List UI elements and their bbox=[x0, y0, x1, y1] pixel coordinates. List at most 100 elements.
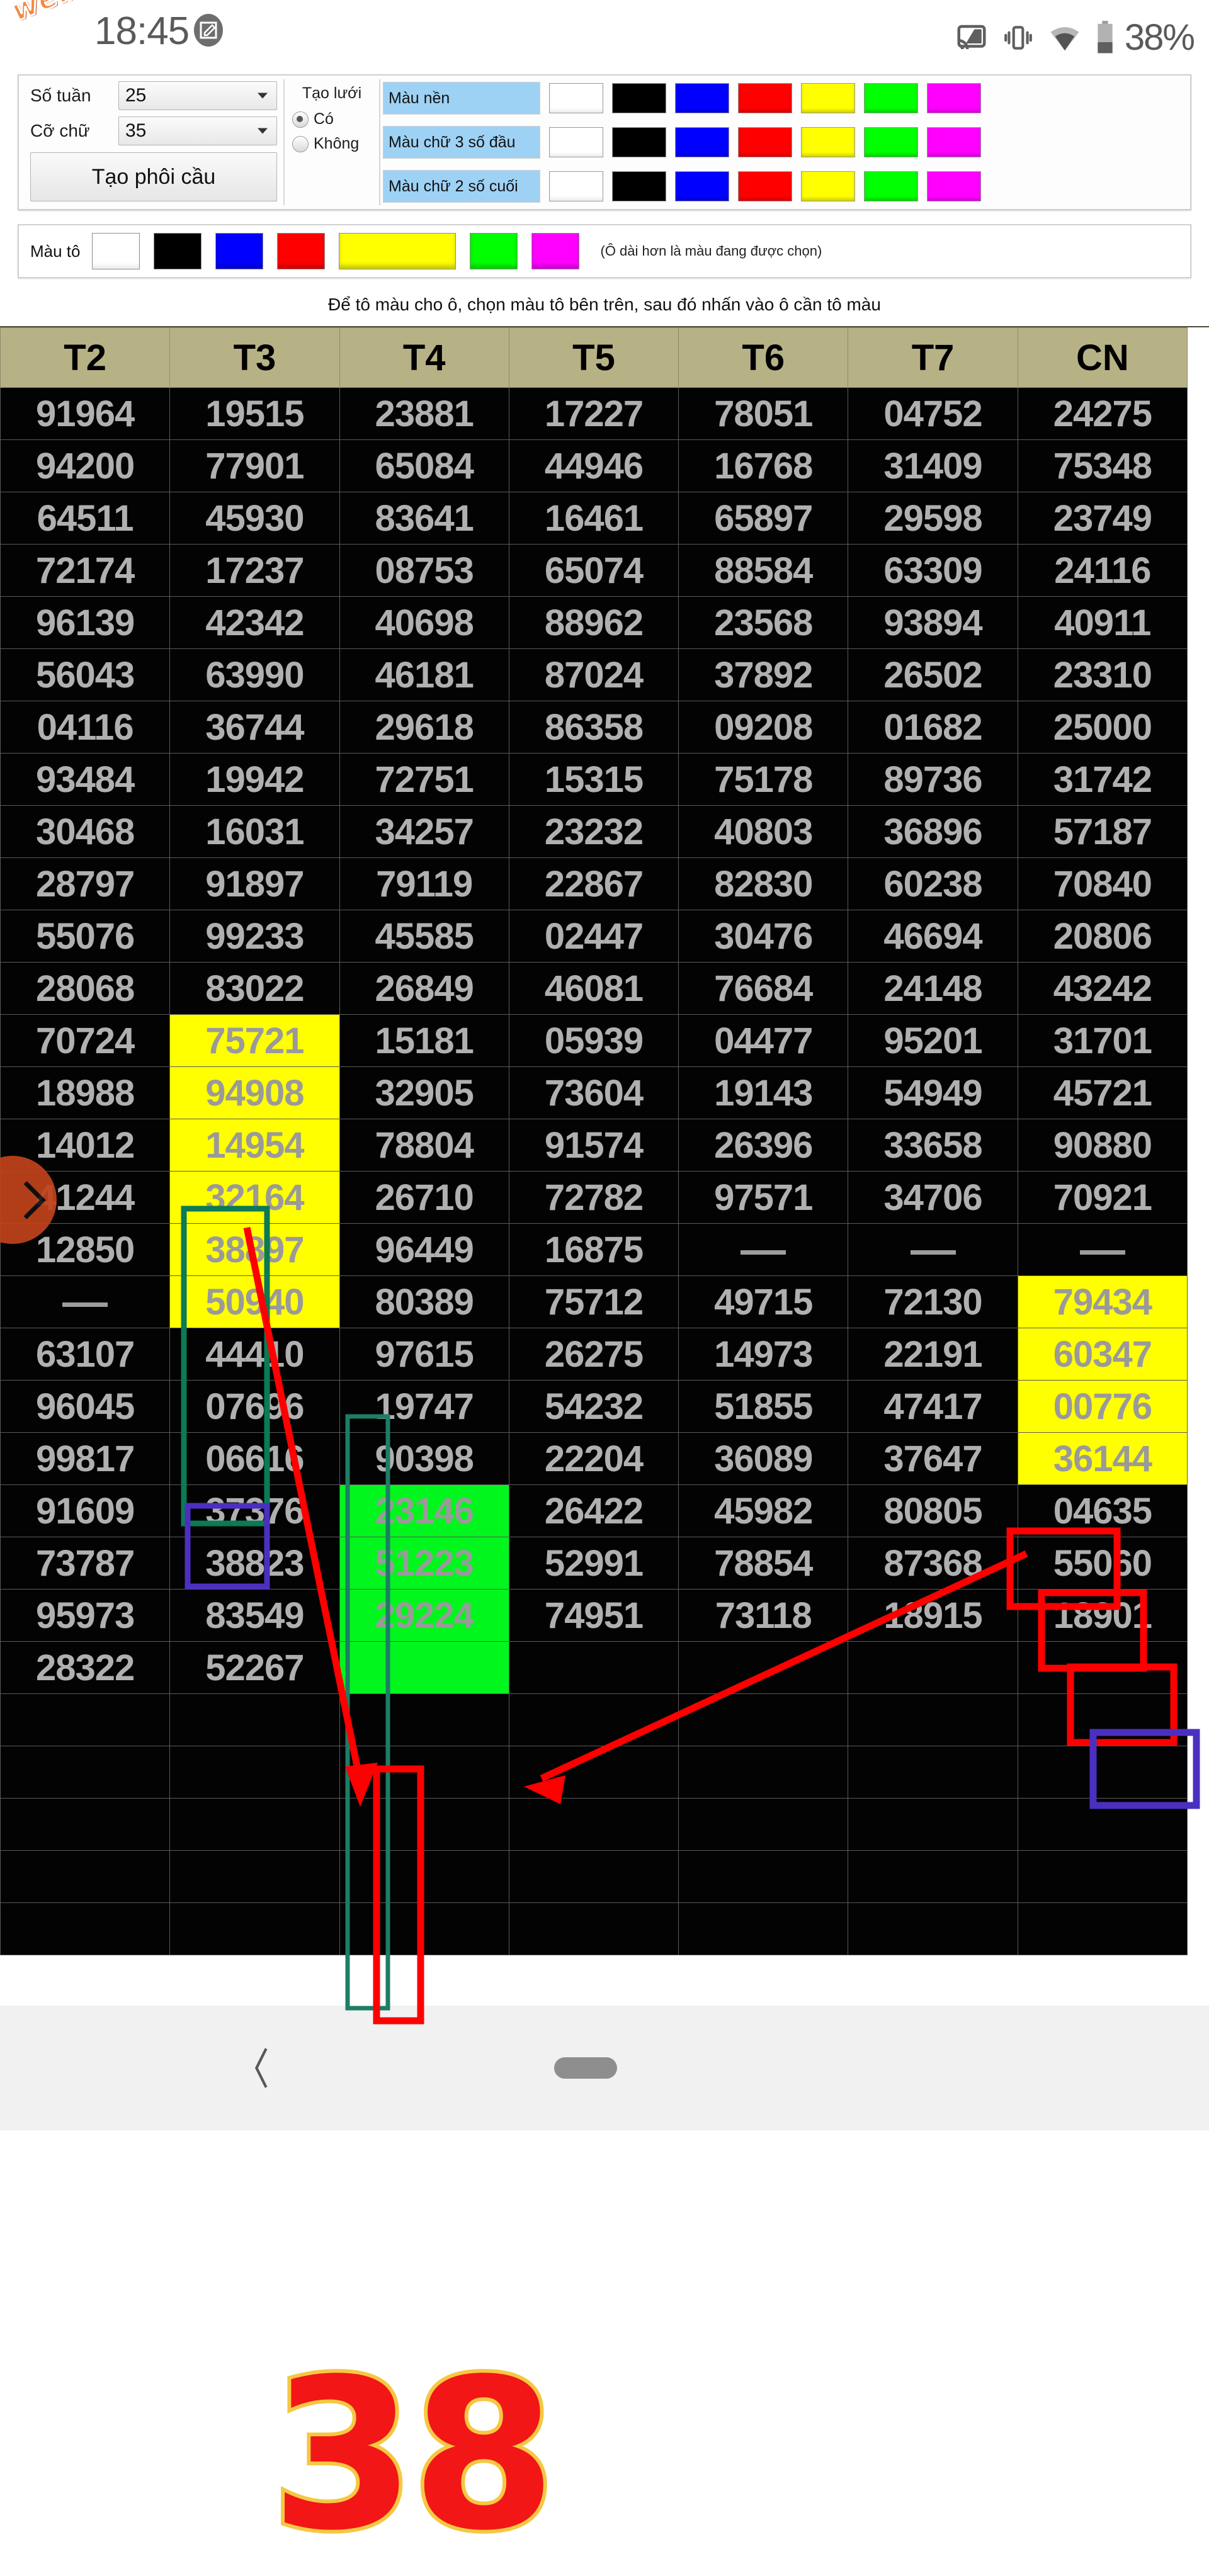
grid-cell[interactable]: 72174 bbox=[0, 544, 171, 597]
grid-cell[interactable]: 46081 bbox=[508, 962, 679, 1015]
table-row[interactable]: 56043 63990 46181 87024 37892 26502 23310 bbox=[0, 648, 1188, 701]
grid-cell[interactable] bbox=[169, 1902, 340, 1955]
grid-cell[interactable]: 32905 bbox=[339, 1066, 509, 1119]
grid-cell[interactable]: 79434 bbox=[1017, 1275, 1188, 1328]
grid-cell[interactable]: 26396 bbox=[678, 1119, 849, 1172]
table-row[interactable] bbox=[0, 1798, 1188, 1851]
grid-cell[interactable]: 26275 bbox=[508, 1328, 679, 1381]
swatch-white[interactable] bbox=[549, 171, 603, 201]
grid-cell[interactable]: 63309 bbox=[848, 544, 1018, 597]
grid-cell[interactable] bbox=[508, 1798, 679, 1851]
grid-cell[interactable]: 02447 bbox=[508, 910, 679, 963]
grid-cell[interactable]: 44946 bbox=[508, 439, 679, 492]
swatch-red[interactable] bbox=[738, 83, 792, 113]
grid-cell[interactable]: 19942 bbox=[169, 753, 340, 806]
grid-cell[interactable] bbox=[508, 1850, 679, 1903]
grid-cell[interactable]: 87368 bbox=[848, 1537, 1018, 1590]
grid-cell[interactable]: 36144 bbox=[1017, 1432, 1188, 1485]
grid-cell[interactable]: 04477 bbox=[678, 1014, 849, 1067]
table-row[interactable] bbox=[0, 1693, 1188, 1746]
grid-cell[interactable]: 37892 bbox=[678, 648, 849, 701]
grid-cell[interactable]: 01682 bbox=[848, 701, 1018, 754]
swatch-red[interactable] bbox=[738, 171, 792, 201]
swatch-green[interactable] bbox=[864, 171, 918, 201]
grid-cell[interactable]: 23232 bbox=[508, 805, 679, 858]
fill-swatch-blue[interactable] bbox=[215, 233, 263, 269]
grid-cell[interactable] bbox=[339, 1693, 509, 1746]
grid-cell[interactable]: 75178 bbox=[678, 753, 849, 806]
grid-cell[interactable]: 80389 bbox=[339, 1275, 509, 1328]
grid-cell[interactable]: 54949 bbox=[848, 1066, 1018, 1119]
grid-cell[interactable]: 18988 bbox=[0, 1066, 171, 1119]
grid-cell[interactable]: 77901 bbox=[169, 439, 340, 492]
grid-cell[interactable]: 45721 bbox=[1017, 1066, 1188, 1119]
grid-cell[interactable]: 91609 bbox=[0, 1484, 171, 1537]
grid-cell[interactable]: 26710 bbox=[339, 1171, 509, 1224]
fill-swatch-white[interactable] bbox=[91, 233, 140, 269]
swatch-green[interactable] bbox=[864, 83, 918, 113]
grid-cell[interactable] bbox=[0, 1275, 171, 1328]
grid-cell[interactable]: 94908 bbox=[169, 1066, 340, 1119]
swatch-blue[interactable] bbox=[675, 171, 729, 201]
grid-cell[interactable] bbox=[678, 1902, 849, 1955]
grid-cell[interactable]: 72130 bbox=[848, 1275, 1018, 1328]
grid-cell[interactable]: 55060 bbox=[1017, 1537, 1188, 1590]
swatch-yellow[interactable] bbox=[801, 171, 855, 201]
grid-cell[interactable]: 24116 bbox=[1017, 544, 1188, 597]
grid-cell[interactable]: 38823 bbox=[169, 1537, 340, 1590]
grid-cell[interactable] bbox=[0, 1693, 171, 1746]
grid-cell[interactable]: 75712 bbox=[508, 1275, 679, 1328]
table-row[interactable] bbox=[0, 1850, 1188, 1903]
grid-cell[interactable]: 36089 bbox=[678, 1432, 849, 1485]
grid-cell[interactable] bbox=[678, 1798, 849, 1851]
grid-cell[interactable]: 75348 bbox=[1017, 439, 1188, 492]
fill-swatch-green[interactable] bbox=[469, 233, 518, 269]
grid-cell[interactable]: 30476 bbox=[678, 910, 849, 963]
grid-cell[interactable]: 49715 bbox=[678, 1275, 849, 1328]
grid-cell[interactable]: 83549 bbox=[169, 1589, 340, 1642]
swatch-blue[interactable] bbox=[675, 127, 729, 157]
grid-cell[interactable]: 44410 bbox=[169, 1328, 340, 1381]
grid-cell[interactable]: 94200 bbox=[0, 439, 171, 492]
weeks-select[interactable]: 25 bbox=[118, 81, 277, 110]
grid-cell[interactable]: 09208 bbox=[678, 701, 849, 754]
grid-cell[interactable]: 16875 bbox=[508, 1223, 679, 1276]
grid-cell[interactable]: 52267 bbox=[169, 1641, 340, 1694]
table-row[interactable]: 30468 16031 34257 23232 40803 36896 57187 bbox=[0, 805, 1188, 858]
grid-cell[interactable]: 78854 bbox=[678, 1537, 849, 1590]
grid-cell[interactable]: 97571 bbox=[678, 1171, 849, 1224]
grid-cell[interactable]: 57187 bbox=[1017, 805, 1188, 858]
grid-cell[interactable] bbox=[0, 1850, 171, 1903]
grid-cell[interactable]: 51223 bbox=[339, 1537, 509, 1590]
grid-cell[interactable]: 74951 bbox=[508, 1589, 679, 1642]
grid-cell[interactable] bbox=[1017, 1693, 1188, 1746]
grid-cell[interactable]: 87024 bbox=[508, 648, 679, 701]
grid-cell[interactable]: 60347 bbox=[1017, 1328, 1188, 1381]
grid-cell[interactable]: 40911 bbox=[1017, 596, 1188, 649]
grid-cell[interactable]: 91964 bbox=[0, 387, 171, 440]
table-row[interactable]: 99817 06616 90398 22204 36089 37647 36144 bbox=[0, 1432, 1188, 1485]
grid-cell[interactable] bbox=[678, 1693, 849, 1746]
grid-cell[interactable]: 25000 bbox=[1017, 701, 1188, 754]
grid-cell[interactable]: 99817 bbox=[0, 1432, 171, 1485]
grid-cell[interactable]: 93894 bbox=[848, 596, 1018, 649]
grid-cell[interactable]: 23310 bbox=[1017, 648, 1188, 701]
grid-cell[interactable]: 90398 bbox=[339, 1432, 509, 1485]
grid-radio-no[interactable]: Không bbox=[292, 135, 375, 153]
grid-cell[interactable]: 82830 bbox=[678, 857, 849, 910]
grid-cell[interactable]: 40698 bbox=[339, 596, 509, 649]
swatch-green[interactable] bbox=[864, 127, 918, 157]
home-pill-icon[interactable] bbox=[554, 2057, 617, 2079]
grid-cell[interactable] bbox=[339, 1850, 509, 1903]
grid-cell[interactable] bbox=[169, 1798, 340, 1851]
grid-cell[interactable]: 31701 bbox=[1017, 1014, 1188, 1067]
grid-cell[interactable]: 50940 bbox=[169, 1275, 340, 1328]
grid-cell[interactable]: 29224 bbox=[339, 1589, 509, 1642]
grid-cell[interactable]: 99233 bbox=[169, 910, 340, 963]
grid-cell[interactable] bbox=[1017, 1641, 1188, 1694]
swatch-yellow[interactable] bbox=[801, 83, 855, 113]
grid-cell[interactable]: 22191 bbox=[848, 1328, 1018, 1381]
grid-cell[interactable]: 79119 bbox=[339, 857, 509, 910]
grid-cell[interactable]: 96449 bbox=[339, 1223, 509, 1276]
grid-cell[interactable]: 46694 bbox=[848, 910, 1018, 963]
